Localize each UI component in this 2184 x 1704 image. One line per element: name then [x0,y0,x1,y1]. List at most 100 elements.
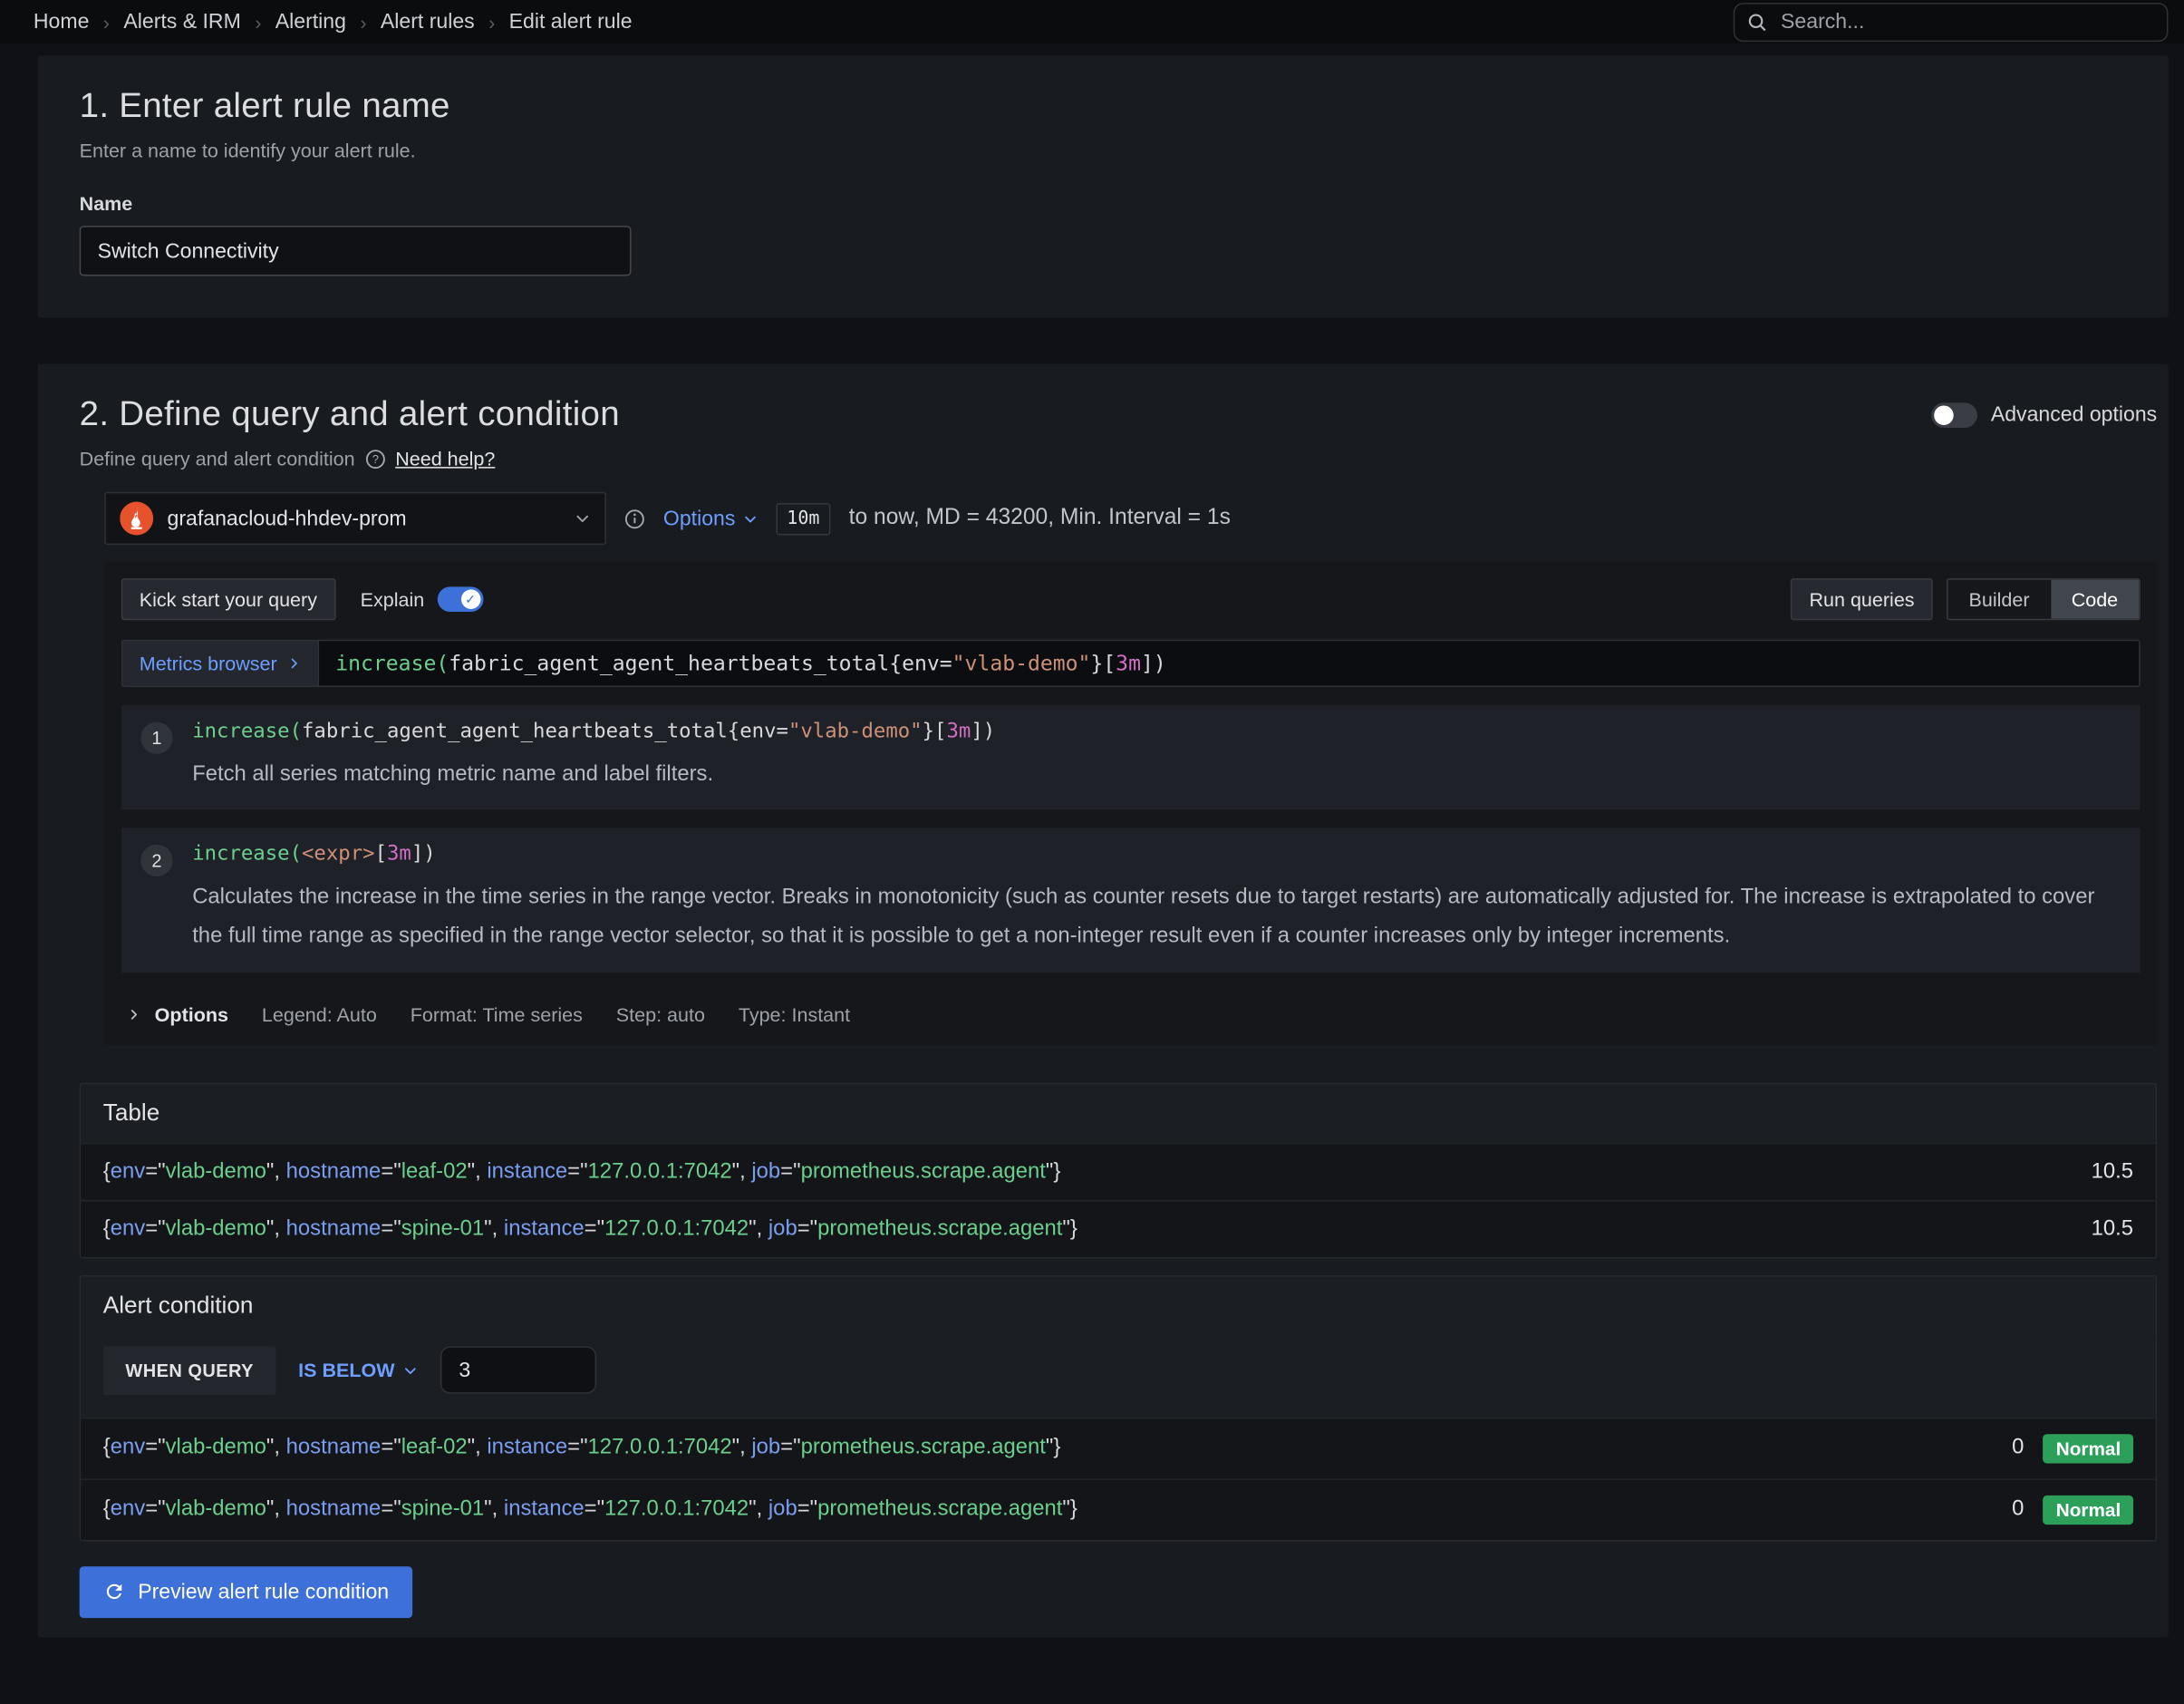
search-box[interactable] [1734,2,2169,41]
preview-button-label: Preview alert rule condition [138,1580,389,1603]
code-token: }[ [1090,651,1116,676]
code-token: }[ [923,721,947,743]
code-token: increase( [335,651,449,676]
metrics-browser-button[interactable]: Metrics browser [121,640,317,687]
info-icon[interactable] [624,508,645,528]
table-rows: {env="vlab-demo", hostname="leaf-02", in… [81,1142,2155,1256]
explain-body: increase(<expr>[3m]) Calculates the incr… [192,844,2121,957]
svg-text:?: ? [372,451,378,465]
search-icon [1747,12,1767,32]
breadcrumb-separator: › [103,11,110,34]
kick-start-query-button[interactable]: Kick start your query [121,578,335,620]
code-token: 3m [946,721,971,743]
explain-code: increase(<expr>[3m]) [192,844,2121,867]
explain-text: Fetch all series matching metric name an… [192,755,2121,794]
chevron-down-icon [742,511,758,527]
code-token: "vlab-demo" [788,721,923,743]
breadcrumb-item[interactable]: Alert rules [381,10,475,34]
step-number: 2 [140,845,172,876]
series-labels: {env="vlab-demo", hostname="leaf-02", in… [103,1436,1061,1461]
prometheus-icon [120,502,153,536]
operator-label: IS BELOW [298,1359,394,1381]
step2-subtitle-row: Define query and alert condition ? Need … [80,448,2158,470]
grafana-alert-rule-editor: Home › Alerts & IRM › Alerting › Alert rules › E… [0,0,2184,1704]
advanced-options-toggle[interactable] [1931,402,1977,428]
query-options-dropdown[interactable]: Options [663,507,758,530]
options-footer-label: Options [155,1002,228,1025]
series-value: 0 [2012,1497,2024,1523]
alert-rule-name-input[interactable] [80,226,632,276]
condition-controls-row: WHEN QUERY IS BELOW [81,1334,2155,1417]
explain-toggle[interactable]: ✓ [437,586,483,612]
explain-step-2: 2 increase(<expr>[3m]) Calculates the in… [121,828,2141,973]
state-badge: Normal [2044,1434,2133,1463]
query-row: Metrics browser increase(fabric_agent_ag… [121,640,2141,687]
breadcrumb: Home › Alerts & IRM › Alerting › Alert rules › E… [34,10,633,34]
preview-alert-rule-button[interactable]: Preview alert rule condition [80,1566,413,1618]
threshold-input[interactable] [440,1346,596,1393]
datasource-row: grafanacloud-hhdev-prom Options [104,492,2157,545]
breadcrumb-separator: › [360,11,366,34]
chevron-right-icon [286,656,300,670]
step2-section: 2. Define query and alert condition Adva… [38,363,2169,1637]
search-input[interactable] [1778,8,2154,34]
alert-instance-row: {env="vlab-demo", hostname="spine-01", i… [81,1478,2155,1540]
query-editor: Kick start your query Explain ✓ Run quer… [104,562,2157,1045]
series-labels: {env="vlab-demo", hostname="spine-01", i… [103,1497,1078,1523]
code-token: "vlab-demo" [952,651,1091,676]
series-value: 0 [2012,1436,2024,1461]
code-token: <expr> [302,844,375,867]
breadcrumb-item[interactable]: Alerting [275,10,346,34]
run-queries-button[interactable]: Run queries [1791,578,1932,620]
series-value: 10.5 [2092,1159,2133,1185]
time-range-badge[interactable]: 10m [776,502,831,534]
breadcrumb-item[interactable]: Home [34,10,90,34]
code-token: increase( [192,721,302,743]
breadcrumb-item[interactable]: Edit alert rule [509,10,633,34]
time-range-text: to now, MD = 43200, Min. Interval = 1s [849,506,1231,531]
breadcrumb-separator: › [488,11,495,34]
step-option: Step: auto [616,1002,705,1025]
step2-title: 2. Define query and alert condition [80,394,620,435]
query-toolbar: Kick start your query Explain ✓ Run quer… [121,578,2141,620]
code-token: 3m [387,844,411,867]
alert-condition-panel: Alert condition WHEN QUERY IS BELOW {env… [80,1274,2158,1541]
step1-description: Enter a name to identify your alert rule… [80,140,2158,162]
code-token: ]) [1141,651,1166,676]
explain-label: Explain [361,588,425,611]
code-token: fabric_agent_agent_heartbeats_total{env= [302,721,788,743]
datasource-picker[interactable]: grafanacloud-hhdev-prom [104,492,606,545]
step2-subtitle: Define query and alert condition [80,448,355,470]
code-mode-tab[interactable]: Code [2051,580,2140,619]
step-number: 1 [140,721,172,753]
step2-title-row: 2. Define query and alert condition Adva… [80,394,2158,435]
code-token: ]) [411,844,436,867]
builder-mode-tab[interactable]: Builder [1947,580,2050,619]
alert-condition-title: Alert condition [81,1276,2155,1335]
when-query-button[interactable]: WHEN QUERY [103,1346,276,1395]
alert-instance-rows: {env="vlab-demo", hostname="leaf-02", in… [81,1417,2155,1539]
datasource-name: grafanacloud-hhdev-prom [168,507,561,530]
table-row: {env="vlab-demo", hostname="spine-01", i… [81,1199,2155,1256]
explain-code: increase(fabric_agent_agent_heartbeats_t… [192,721,2121,743]
breadcrumb-separator: › [255,11,261,34]
explain-step-1: 1 increase(fabric_agent_agent_heartbeats… [121,705,2141,810]
advanced-options-label: Advanced options [1991,402,2157,426]
metrics-browser-label: Metrics browser [140,653,277,675]
query-expression-input[interactable]: increase(fabric_agent_agent_heartbeats_t… [317,640,2140,687]
chevron-down-icon [574,510,590,527]
query-options-footer: Options Legend: Auto Format: Time series… [121,992,2141,1028]
options-expander[interactable]: Options [127,1002,228,1025]
code-token: increase( [192,844,302,867]
refresh-icon [103,1581,126,1603]
code-token: 3m [1116,651,1141,676]
query-editor-wrapper: grafanacloud-hhdev-prom Options [104,492,2157,1045]
step1-title: 1. Enter alert rule name [80,86,2158,127]
toggle-knob [1934,405,1954,425]
operator-dropdown[interactable]: IS BELOW [298,1359,419,1381]
breadcrumb-item[interactable]: Alerts & IRM [123,10,240,34]
chevron-down-icon [403,1362,419,1378]
code-token: [ [375,844,387,867]
toolbar-right: Run queries Builder Code [1791,578,2140,620]
need-help-link[interactable]: Need help? [395,448,495,470]
